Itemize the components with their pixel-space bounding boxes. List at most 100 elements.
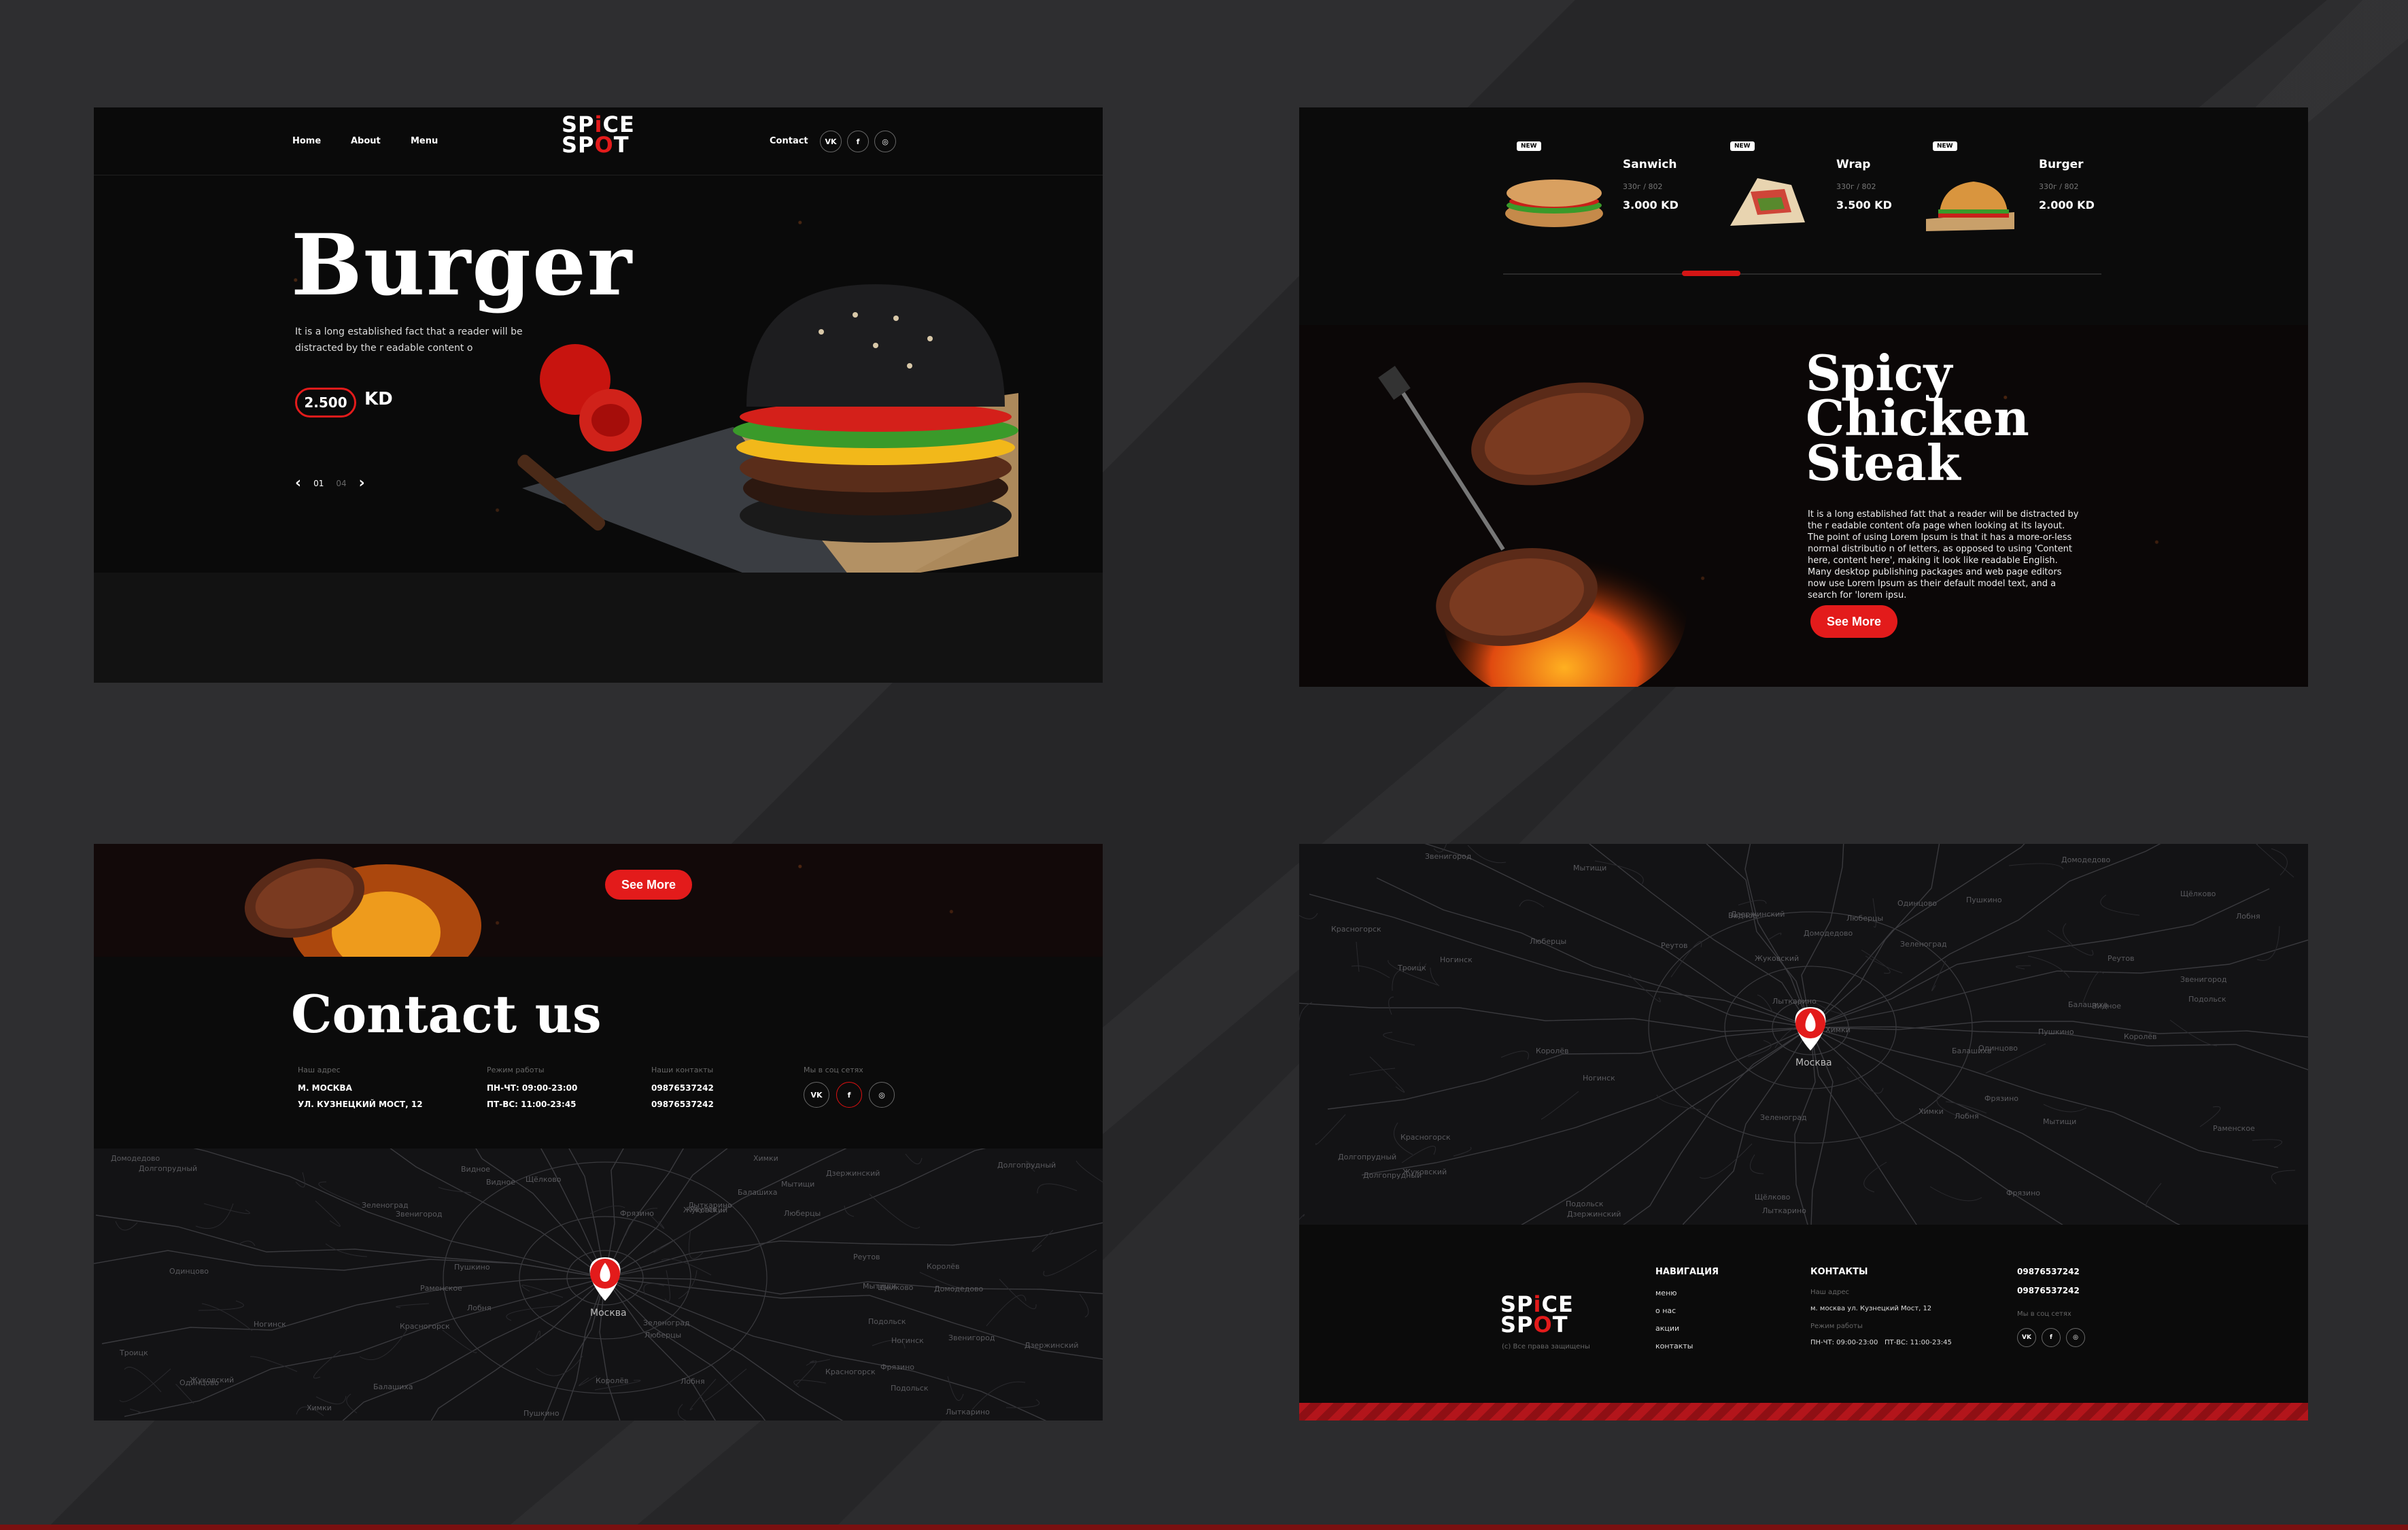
hero-panel: Home About Menu SPiCE SPOT Contact VK f … [94, 107, 1103, 683]
map-road [1356, 941, 1360, 972]
map-town-label: Подольск [1566, 1200, 1604, 1208]
logo-text: SP [562, 132, 595, 158]
social-label: Мы в соц сетях [804, 1066, 863, 1074]
map-road [2100, 894, 2140, 916]
map-road [1810, 888, 2270, 1028]
map-town-label: Домодедово [1804, 929, 1853, 938]
map-road [119, 1368, 171, 1402]
product-name: Burger [2039, 158, 2084, 171]
map-town-label: Королёв [596, 1376, 629, 1385]
feature-description: It is a long established fatt that a rea… [1808, 509, 2079, 600]
map-road [2043, 1104, 2087, 1112]
feature-title: Spicy Chicken Steak [1806, 349, 2029, 488]
map-town-label: Пушкино [454, 1263, 490, 1272]
map-road [1401, 1146, 1437, 1163]
map-town-label: Красногорск [400, 1322, 450, 1331]
map-road [1738, 900, 1767, 906]
vk-icon[interactable]: VK [804, 1082, 829, 1108]
price-currency: KD [364, 389, 393, 409]
vk-icon[interactable]: VK [820, 131, 842, 152]
phone-number[interactable]: 09876537242 [651, 1100, 714, 1109]
product-name: Wrap [1836, 158, 1871, 171]
map-road [643, 1283, 665, 1295]
footer-social-label: Мы в соц сетях [2017, 1310, 2071, 1318]
footer-nav-item[interactable]: акции [1655, 1324, 1679, 1333]
map-road [359, 1329, 408, 1360]
map-road [1299, 1002, 1313, 1030]
map-town-label: Долгопрудный [1338, 1153, 1396, 1161]
price-badge: 2.500 [295, 388, 356, 418]
footer-decor-strip [1299, 1403, 2308, 1421]
map-town-label: Балашиха [373, 1382, 413, 1391]
nav-home-link[interactable]: Home [292, 136, 321, 146]
product-price: 2.000 KD [2039, 199, 2095, 211]
map-road [1388, 996, 1394, 1015]
map-road [2008, 863, 2064, 870]
carousel-indicator[interactable] [1682, 271, 1740, 276]
instagram-icon[interactable]: ◎ [2066, 1328, 2085, 1347]
facebook-icon[interactable]: f [836, 1082, 862, 1108]
map-pin-icon[interactable] [589, 1257, 621, 1301]
map-road [999, 1278, 1037, 1310]
map-town-label: Щёлково [2180, 889, 2216, 898]
product-price: 3.000 KD [1623, 199, 1679, 211]
steak-flame-image [244, 858, 481, 957]
phone-number[interactable]: 09876537242 [651, 1083, 714, 1093]
map-town-label: Видное [461, 1165, 490, 1174]
map-road [124, 1277, 606, 1417]
nav-contact-link[interactable]: Contact [770, 136, 808, 146]
facebook-icon[interactable]: f [847, 131, 869, 152]
map-town-label: Домодедово [2061, 855, 2111, 864]
next-arrow-icon[interactable]: › [359, 475, 365, 492]
map-road [101, 1277, 606, 1344]
logo-text: SP [1500, 1312, 1534, 1338]
footer-nav-item[interactable]: контакты [1655, 1342, 1693, 1350]
map-road [129, 1408, 141, 1413]
map-road [1076, 1160, 1103, 1183]
footer-phone[interactable]: 09876537242 [2017, 1267, 2080, 1276]
logo[interactable]: SPiCE SPOT [562, 114, 635, 156]
footer-logo[interactable]: SPiCE SPOT [1500, 1293, 1574, 1338]
see-more-button[interactable]: See More [605, 870, 692, 900]
nav-menu-link[interactable]: Menu [411, 136, 438, 146]
map[interactable]: Ногинск Химки Мытищи Пушкино Королёв Балашиха… [1299, 844, 2308, 1348]
logo-text: O [1533, 1312, 1553, 1338]
map-town-label: Химки [307, 1404, 332, 1412]
instagram-icon[interactable]: ◎ [869, 1082, 895, 1108]
new-badge: NEW [1517, 141, 1541, 151]
footer-nav-item[interactable]: меню [1655, 1289, 1677, 1297]
map-town-label: Дзержинский [1567, 1210, 1621, 1219]
map-road [1327, 1027, 1811, 1110]
nav-about-link[interactable]: About [351, 136, 381, 146]
new-badge: NEW [1933, 141, 1957, 151]
map-town-label: Зеленоград [1900, 940, 1947, 949]
map-road [1349, 1068, 1396, 1076]
product-card[interactable]: NEW Wrap 330г / 802 3.500 KD [1717, 141, 1921, 243]
map-road [1037, 1183, 1078, 1194]
map-town-label: Одинцово [169, 1267, 209, 1276]
footer-phone[interactable]: 09876537242 [2017, 1286, 2080, 1295]
prev-arrow-icon[interactable]: ‹ [295, 475, 301, 492]
instagram-icon-glyph: ◎ [878, 1090, 885, 1100]
bottom-rule [0, 1525, 2408, 1530]
product-card[interactable]: NEW Burger 330г / 802 2.000 KD [1919, 141, 2123, 243]
map-town-label: Люберцы [784, 1209, 821, 1218]
map-road [604, 1277, 1047, 1421]
map-road [534, 1330, 540, 1343]
map[interactable]: Ногинск Химки Мытищи Пушкино Королёв Балашиха… [94, 954, 1103, 1421]
map-town-label: Жуковский [1403, 1168, 1447, 1176]
contact-top-band: See More [94, 844, 1103, 957]
map-road [1749, 1154, 1764, 1174]
map-road [195, 1203, 234, 1229]
map-town-label: Дзержинский [826, 1169, 880, 1178]
product-card[interactable]: NEW Sanwich 330г / 802 3.000 KD [1503, 141, 1707, 243]
footer-address: м. москва ул. Кузнецкий Мост, 12 [1810, 1305, 1932, 1312]
footer-nav-item[interactable]: о нас [1655, 1306, 1676, 1315]
map-town-label: Пушкино [2038, 1027, 2074, 1036]
vk-icon[interactable]: VK [2017, 1328, 2036, 1347]
map-road [543, 1277, 606, 1421]
instagram-icon[interactable]: ◎ [874, 131, 896, 152]
see-more-button[interactable]: See More [1810, 605, 1897, 638]
footer-nav-heading: НАВИГАЦИЯ [1655, 1267, 1719, 1277]
facebook-icon[interactable]: f [2042, 1328, 2061, 1347]
